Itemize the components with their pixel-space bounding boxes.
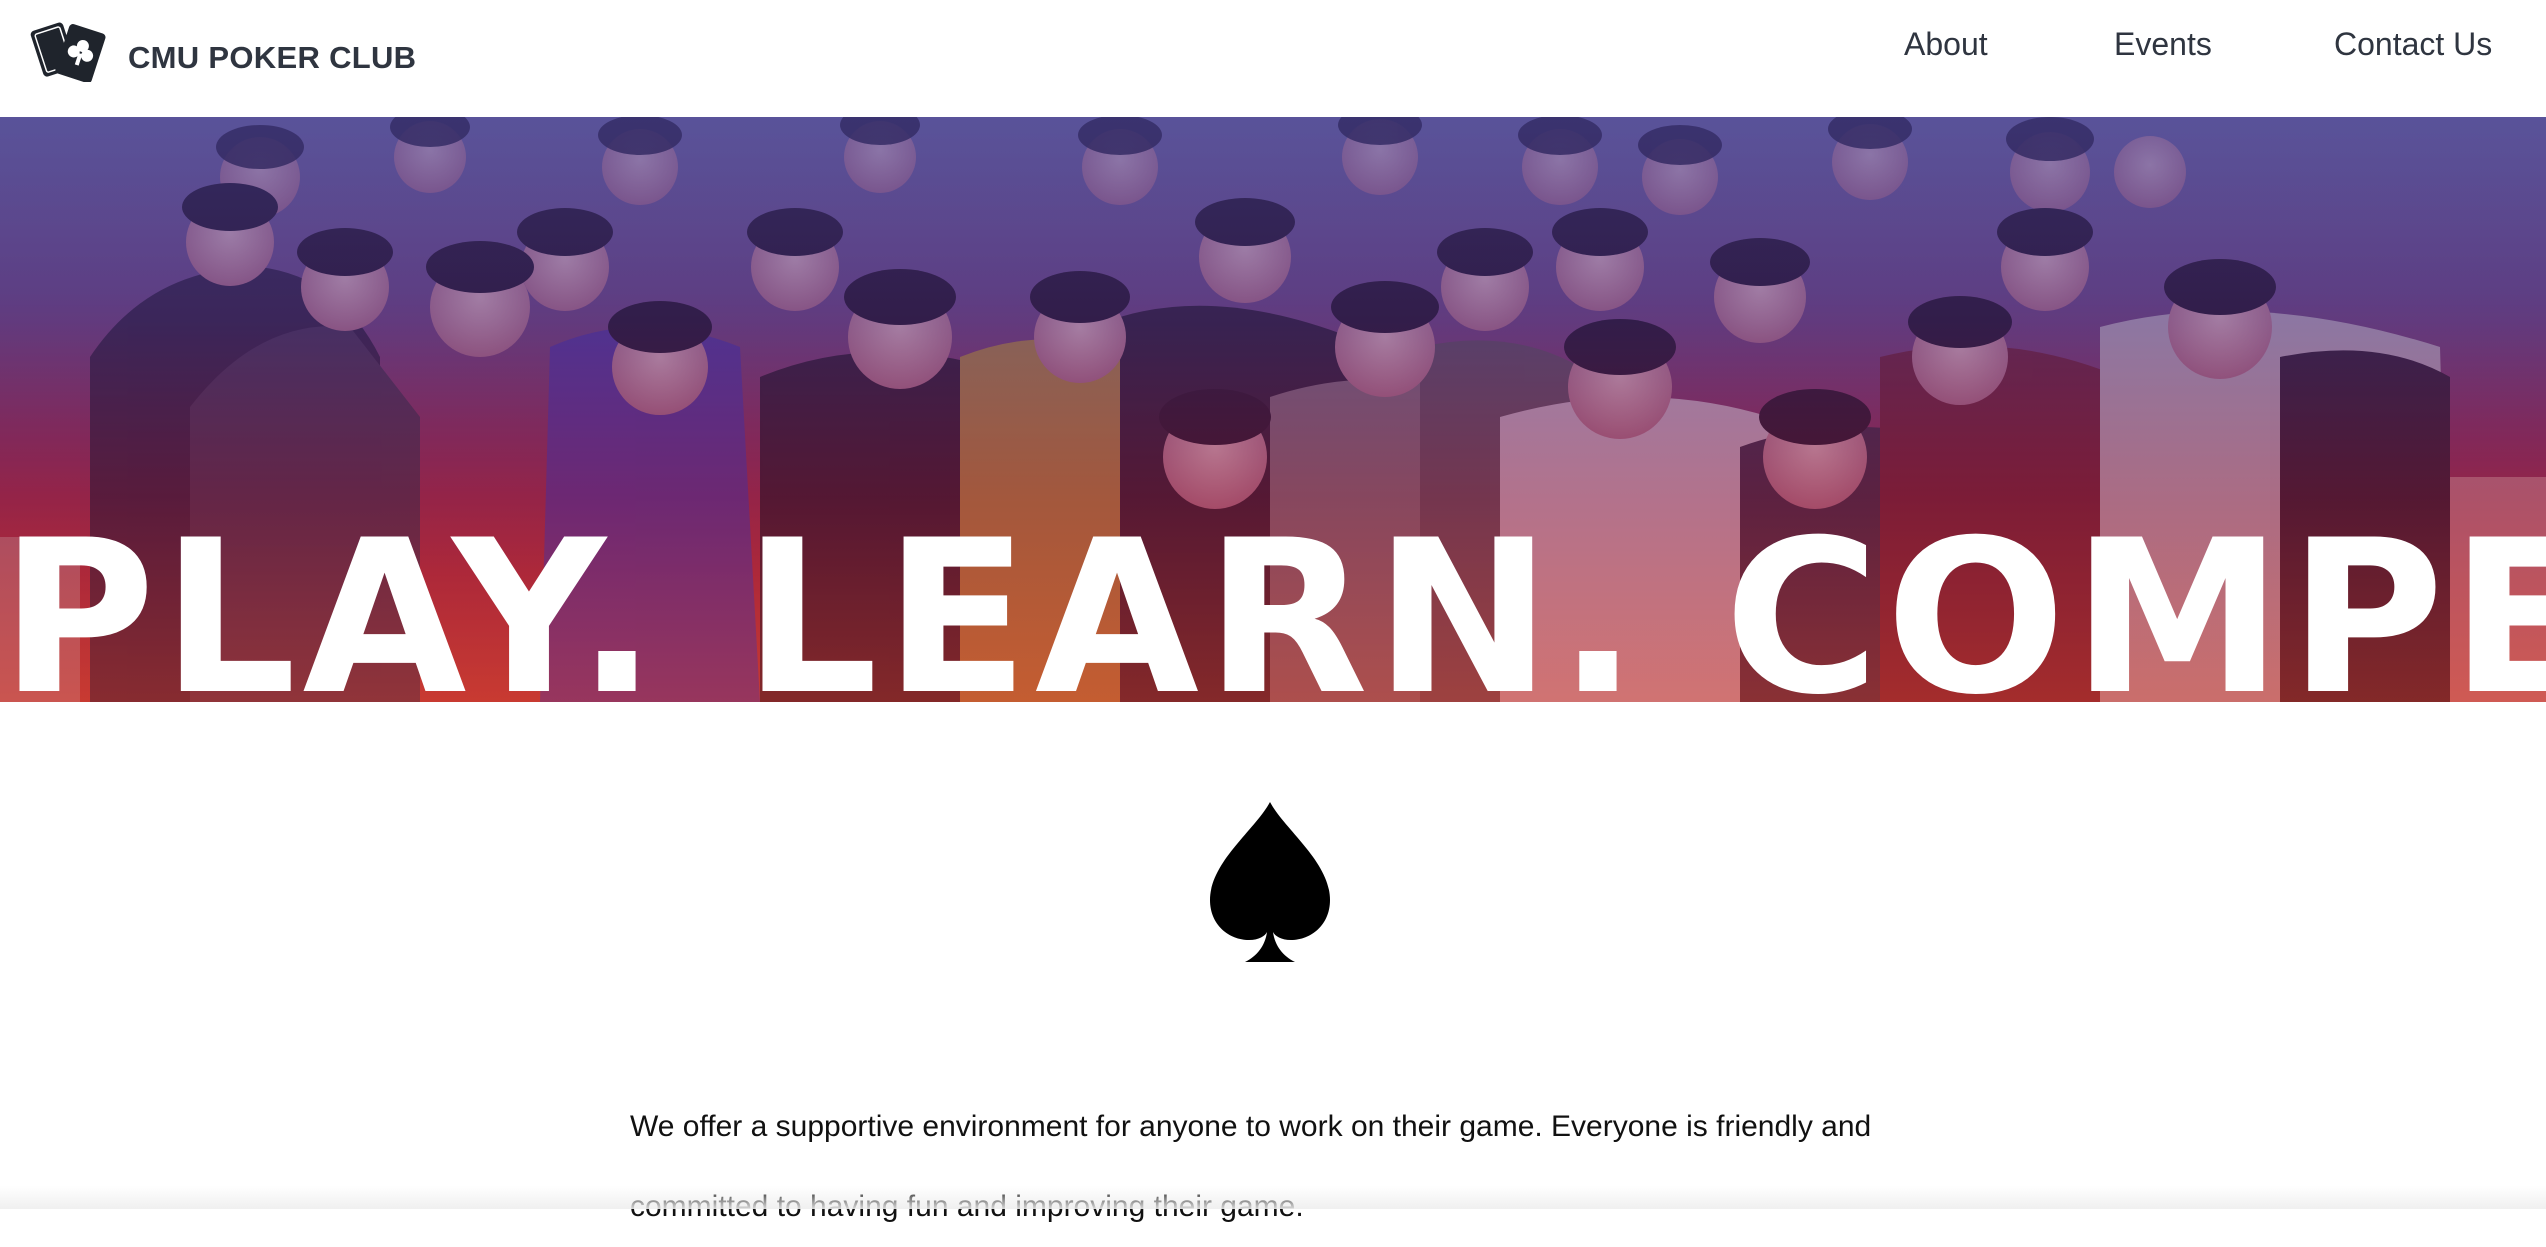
hero-headline: PLAY. LEARN. COMPETE. [0,494,2546,703]
intro-paragraph: We offer a supportive environment for an… [630,1110,1872,1223]
nav-link-events[interactable]: Events [2114,26,2212,63]
site-header: CMU POKER CLUB About Events Contact Us [0,0,2546,117]
headline-clip: PLAY. LEARN. COMPETE. [0,117,2546,703]
bottom-fade [0,1186,2546,1209]
nav-link-about[interactable]: About [1904,26,1988,63]
nav-link-contact[interactable]: Contact Us [2334,26,2492,63]
brand-name[interactable]: CMU POKER CLUB [128,40,416,76]
playing-cards-logo-icon[interactable] [30,18,110,82]
spade-icon [1210,802,1330,962]
